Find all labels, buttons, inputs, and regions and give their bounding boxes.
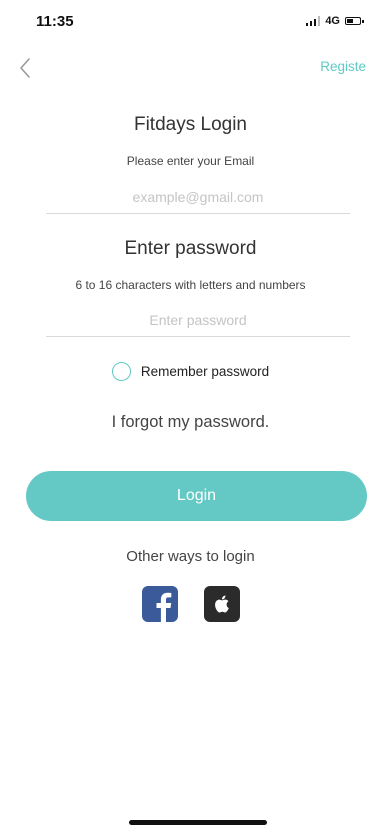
network-label: 4G [325, 15, 340, 27]
page-title: Fitdays Login [133, 114, 247, 135]
password-title: Enter password [124, 238, 257, 259]
password-input[interactable] [46, 304, 350, 337]
radio-circle-icon[interactable] [111, 362, 131, 381]
email-hint: Please enter your Email [126, 154, 255, 168]
facebook-icon [156, 592, 171, 622]
social-login-row [0, 586, 381, 622]
facebook-login-button[interactable] [141, 586, 178, 622]
email-input[interactable] [46, 181, 350, 214]
login-button[interactable]: Login [26, 471, 367, 521]
remember-password-toggle[interactable]: Remember password [0, 362, 381, 381]
status-indicators: 4G [305, 15, 364, 27]
status-bar: 11:35 4G [0, 0, 381, 44]
chevron-left-icon [20, 58, 30, 78]
home-indicator [129, 820, 267, 825]
password-hint: 6 to 16 characters with letters and numb… [75, 278, 306, 292]
apple-login-button[interactable] [203, 586, 240, 622]
remember-password-label: Remember password [140, 364, 270, 379]
other-ways-label: Other ways to login [126, 548, 255, 565]
signal-icon [305, 16, 321, 26]
back-button[interactable] [14, 54, 38, 82]
status-time: 11:35 [36, 13, 74, 30]
register-link[interactable]: Registe [320, 59, 366, 74]
battery-icon [345, 17, 364, 25]
apple-icon [214, 595, 229, 613]
forgot-password-link[interactable]: I forgot my password. [0, 413, 381, 432]
